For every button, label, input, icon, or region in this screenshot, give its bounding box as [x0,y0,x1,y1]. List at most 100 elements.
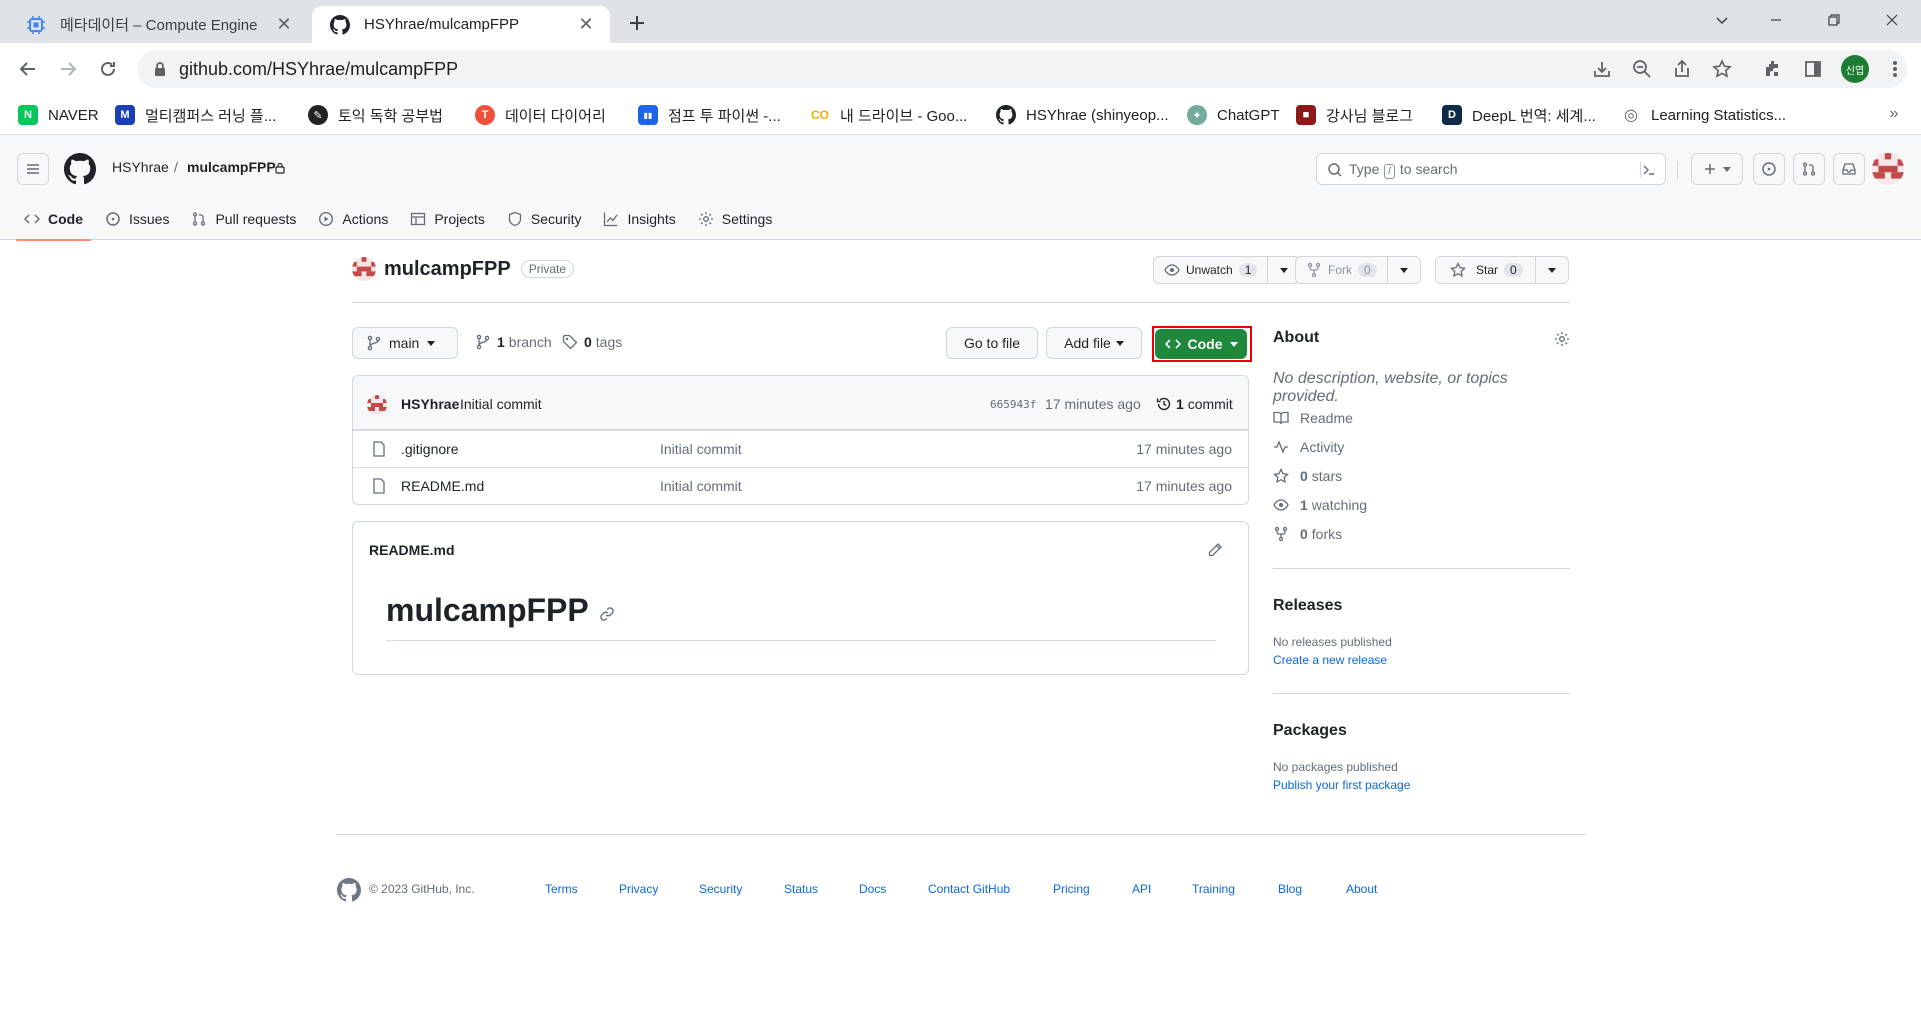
install-app-icon[interactable] [1588,55,1616,83]
readme-filename-link[interactable]: README.md [369,542,455,558]
stars-link[interactable]: 0 stars [1273,468,1342,484]
bookmark-instructor-blog[interactable]: ■ 강사님 블로그 [1296,103,1413,127]
share-icon[interactable] [1668,55,1696,83]
bookmark-deepl[interactable]: D DeepL 번역: 세계... [1442,103,1596,127]
readme-link[interactable]: Readme [1273,410,1353,426]
zoom-icon[interactable] [1628,55,1656,83]
issues-button[interactable] [1753,153,1785,185]
profile-avatar[interactable]: 신엽 [1841,55,1869,83]
minimize-icon[interactable] [1756,6,1796,34]
tab-search-chevron-icon[interactable] [1702,6,1742,34]
go-to-file-button[interactable]: Go to file [946,327,1038,359]
branches-link[interactable]: 1 branch [475,334,552,350]
menu-hamburger-icon[interactable] [17,153,49,185]
footer-link-status[interactable]: Status [784,882,818,896]
browser-tab-github[interactable]: HSYhrae/mulcampFPP ✕ [312,6,610,43]
create-new-button[interactable] [1691,153,1743,185]
github-logo-icon[interactable] [64,153,96,185]
pencil-edit-icon[interactable] [1207,542,1223,558]
pull-requests-button[interactable] [1793,153,1825,185]
back-arrow-icon[interactable] [14,55,42,83]
create-release-link[interactable]: Create a new release [1273,653,1387,667]
commit-message-link[interactable]: Initial commit [460,396,542,412]
breadcrumb-repo[interactable]: mulcampFPP [187,159,276,175]
reload-icon[interactable] [94,55,122,83]
tab-projects[interactable]: Projects [402,197,493,240]
close-icon[interactable]: ✕ [576,14,596,35]
file-commit-message[interactable]: Initial commit [660,441,742,457]
tab-code[interactable]: Code [16,197,91,241]
bookmark-toeic[interactable]: ✎ 토익 독학 공부법 [308,103,443,127]
search-input[interactable]: Type / to search [1316,153,1666,185]
gear-icon[interactable] [1554,331,1570,347]
extensions-puzzle-icon[interactable] [1759,55,1787,83]
close-window-icon[interactable] [1872,6,1912,34]
more-vertical-icon[interactable] [1881,55,1909,83]
owner-avatar[interactable] [352,257,376,281]
bookmarks-overflow-chevron-icon[interactable]: » [1884,104,1904,124]
footer-link-terms[interactable]: Terms [545,882,578,896]
tab-pull-requests[interactable]: Pull requests [183,197,304,240]
bookmark-data-diary[interactable]: T 데이터 다이어리 [475,103,606,127]
branch-select-button[interactable]: main [352,327,458,359]
bookmark-jump-to-python[interactable]: ▮▮ 점프 투 파이썬 -... [638,103,781,127]
add-file-button[interactable]: Add file [1046,327,1142,359]
footer-link-security[interactable]: Security [699,882,742,896]
restore-icon[interactable] [1814,6,1854,34]
star-dropdown-caret-icon[interactable] [1536,257,1568,283]
github-logo-icon[interactable] [337,878,361,902]
file-row[interactable]: README.md Initial commit 17 minutes ago [353,467,1248,504]
footer-link-pricing[interactable]: Pricing [1053,882,1090,896]
releases-title[interactable]: Releases [1273,597,1570,615]
commit-history-link[interactable]: 1 commit [1156,396,1233,412]
bookmark-star-icon[interactable] [1708,55,1736,83]
file-name-link[interactable]: .gitignore [401,441,459,457]
tab-insights[interactable]: Insights [595,197,683,240]
commit-sha-link[interactable]: 665943f [990,398,1036,411]
file-row[interactable]: .gitignore Initial commit 17 minutes ago [353,430,1248,467]
inbox-button[interactable] [1833,153,1865,185]
tab-issues[interactable]: Issues [97,197,177,240]
unwatch-button[interactable]: Unwatch 1 [1154,257,1269,283]
repo-name-link[interactable]: mulcampFPP [384,258,511,281]
file-commit-message[interactable]: Initial commit [660,478,742,494]
star-button[interactable]: Star 0 [1436,257,1536,283]
lock-icon[interactable] [151,60,169,78]
footer-link-docs[interactable]: Docs [859,882,886,896]
tab-security[interactable]: Security [499,197,590,240]
forward-arrow-icon[interactable] [54,55,82,83]
footer-link-blog[interactable]: Blog [1278,882,1302,896]
commit-author-avatar[interactable] [367,395,387,415]
side-panel-icon[interactable] [1799,55,1827,83]
publish-package-link[interactable]: Publish your first package [1273,778,1410,792]
bookmark-github-profile[interactable]: HSYhrae (shinyeop... [996,103,1169,127]
user-avatar[interactable] [1872,153,1904,185]
browser-tab-compute-engine[interactable]: 메타데이터 – Compute Engine ✕ [8,6,308,43]
footer-link-about[interactable]: About [1346,882,1377,896]
fork-button[interactable]: Fork 0 [1296,257,1388,283]
new-tab-plus-icon[interactable] [624,10,650,36]
file-name-link[interactable]: README.md [401,478,484,494]
bookmark-naver[interactable]: N NAVER [18,103,99,127]
bookmark-google-drive[interactable]: CO 내 드라이브 - Goo... [810,103,967,127]
command-palette-icon[interactable] [1640,162,1656,178]
footer-link-api[interactable]: API [1132,882,1151,896]
commit-author-link[interactable]: HSYhrae [401,396,459,412]
code-button[interactable]: Code [1155,329,1247,359]
footer-link-training[interactable]: Training [1192,882,1235,896]
tab-actions[interactable]: Actions [310,197,396,240]
close-icon[interactable]: ✕ [274,14,294,35]
watching-link[interactable]: 1 watching [1273,497,1367,513]
bookmark-chatgpt[interactable]: ✦ ChatGPT [1187,103,1280,127]
packages-title[interactable]: Packages [1273,722,1570,740]
tab-settings[interactable]: Settings [690,197,781,240]
breadcrumb-owner[interactable]: HSYhrae [112,159,169,175]
forks-link[interactable]: 0 forks [1273,526,1342,542]
footer-link-contact[interactable]: Contact GitHub [928,882,1010,896]
tags-link[interactable]: 0 tags [562,334,622,350]
activity-link[interactable]: Activity [1273,439,1344,455]
bookmark-learning-statistics[interactable]: ◎ Learning Statistics... [1621,103,1786,127]
fork-dropdown-caret-icon[interactable] [1388,257,1420,283]
bookmark-multicampus[interactable]: M 멀티캠퍼스 러닝 플... [115,103,276,127]
footer-link-privacy[interactable]: Privacy [619,882,658,896]
